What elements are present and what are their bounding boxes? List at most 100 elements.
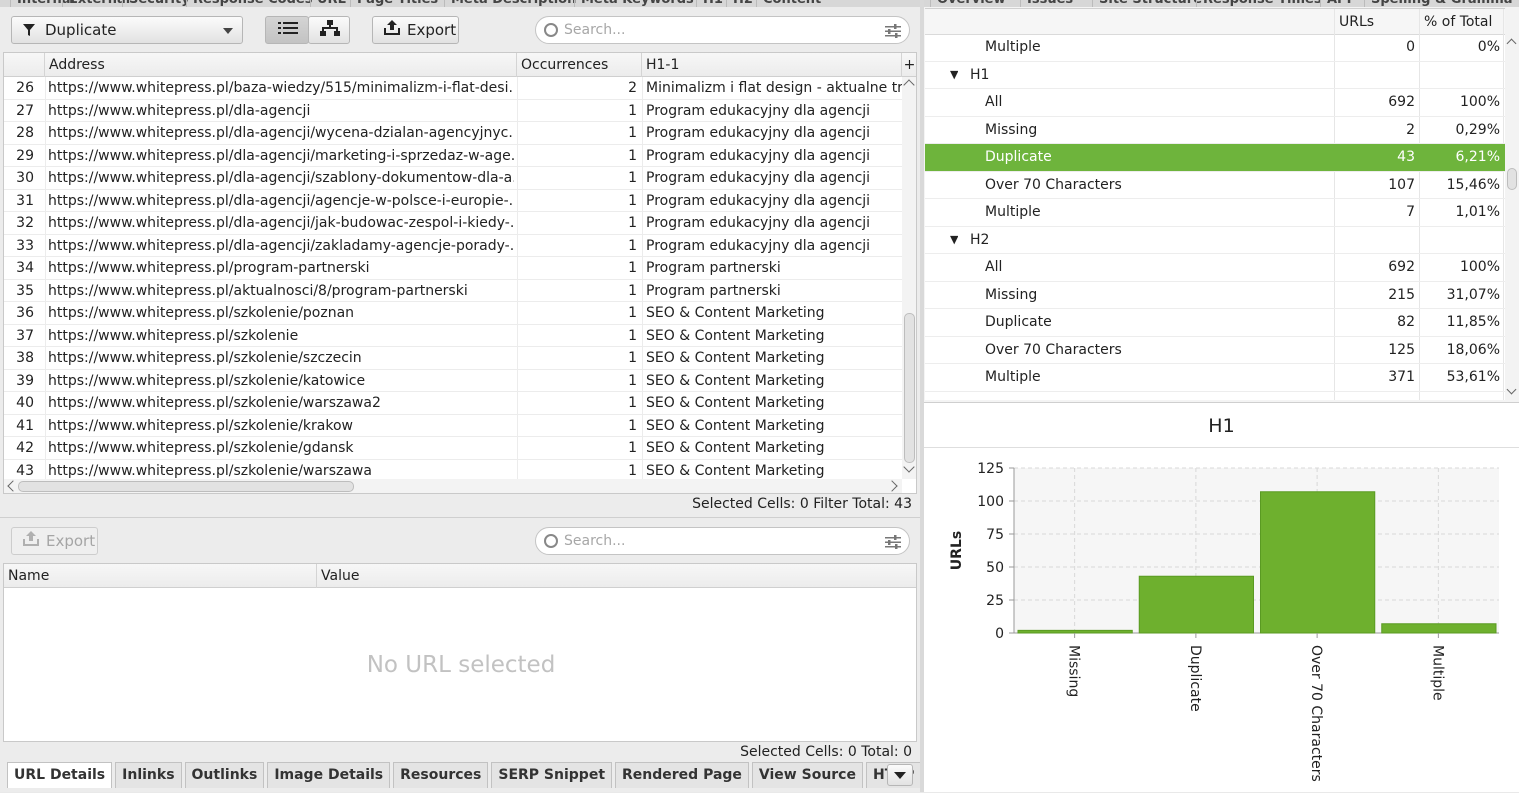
tab-spelling-gramma[interactable]: Spelling & Gramma <box>1364 0 1519 7</box>
details-export-button[interactable]: Export <box>11 527 98 555</box>
table-row[interactable]: 33 https://www.whitepress.pl/dla-agencji/… <box>4 234 902 258</box>
col-header-address[interactable]: Address <box>45 53 517 77</box>
tab-response-codes[interactable]: Response Codes <box>186 0 318 7</box>
tab-page-titles[interactable]: Page Titles <box>350 0 444 7</box>
horizontal-scroll-thumb[interactable] <box>18 481 354 492</box>
overview-row[interactable]: Missing 2 0,29% <box>925 117 1505 144</box>
tree-view-button[interactable] <box>308 16 350 44</box>
overview-row[interactable]: Multiple 0 0% <box>925 34 1505 62</box>
tab-h2[interactable]: H2 <box>726 0 759 7</box>
table-row[interactable]: 27 https://www.whitepress.pl/dla-agencji 1… <box>4 99 902 123</box>
overview-row[interactable]: Over 70 Characters 125 18,06% <box>925 337 1505 364</box>
table-row[interactable]: 40 https://www.whitepress.pl/szkolenie/wa… <box>4 392 902 415</box>
table-row[interactable]: 35 https://www.whitepress.pl/aktualnosci/… <box>4 279 902 303</box>
filter-dropdown[interactable]: Duplicate <box>11 16 243 44</box>
vertical-scrollbar[interactable] <box>902 77 916 479</box>
tab-site-structure[interactable]: Site Structure <box>1092 0 1208 7</box>
tab-content[interactable]: Content <box>756 0 827 7</box>
expand-toggle-icon[interactable]: ▼ <box>950 229 958 251</box>
tab-image-details[interactable]: Image Details <box>267 762 391 788</box>
row-index: 42 <box>16 440 34 456</box>
tab-meta-keywords[interactable]: Meta Keywords <box>574 0 700 7</box>
tab-rendered-page[interactable]: Rendered Page <box>615 762 749 788</box>
col-header-value[interactable]: Value <box>317 564 916 588</box>
chart-title: H1 <box>1208 415 1235 437</box>
scroll-down-icon[interactable] <box>1506 384 1517 395</box>
col-header-pct[interactable]: % of Total <box>1424 11 1492 33</box>
more-tabs-button[interactable] <box>887 764 913 786</box>
col-header-name[interactable]: Name <box>4 564 317 588</box>
table-row[interactable]: 29 https://www.whitepress.pl/dla-agencji/… <box>4 144 902 168</box>
search-settings-icon[interactable] <box>885 535 901 553</box>
table-row[interactable]: 30 https://www.whitepress.pl/dla-agencji/… <box>4 167 902 190</box>
tab-url[interactable]: URL <box>310 0 352 7</box>
overview-row[interactable]: Duplicate 82 11,85% <box>925 309 1505 337</box>
table-row[interactable]: 37 https://www.whitepress.pl/szkolenie 1 SE… <box>4 324 902 348</box>
col-header-occurrences[interactable]: Occurrences <box>517 53 642 77</box>
table-row[interactable]: 41 https://www.whitepress.pl/szkolenie/kr… <box>4 414 902 438</box>
overview-row[interactable]: All 692 100% <box>925 89 1505 117</box>
overview-row[interactable]: Multiple 371 53,61% <box>925 364 1505 392</box>
col-header-index[interactable] <box>4 53 45 77</box>
table-row[interactable]: 39 https://www.whitepress.pl/szkolenie/ka… <box>4 369 902 393</box>
table-row[interactable]: 38 https://www.whitepress.pl/szkolenie/sz… <box>4 347 902 370</box>
tab-security[interactable]: Security <box>122 0 196 7</box>
scroll-down-icon[interactable] <box>903 461 915 473</box>
row-index: 26 <box>16 80 34 96</box>
overview-row[interactable]: Missing 215 31,07% <box>925 282 1505 309</box>
scroll-right-icon[interactable] <box>886 480 898 492</box>
tab-overview[interactable]: Overview <box>930 0 1012 7</box>
table-row[interactable]: 36 https://www.whitepress.pl/szkolenie/po… <box>4 302 902 325</box>
tab-api[interactable]: API <box>1320 0 1357 7</box>
scroll-left-icon[interactable] <box>7 480 19 492</box>
overview-row[interactable]: Multiple 7 1,01% <box>925 199 1505 227</box>
occurrences-cell: 1 <box>628 125 637 141</box>
tab-meta-description[interactable]: Meta Description <box>444 0 582 7</box>
table-row[interactable]: 31 https://www.whitepress.pl/dla-agencji/… <box>4 189 902 213</box>
list-view-button[interactable] <box>265 16 309 44</box>
scroll-up-icon[interactable] <box>903 79 915 91</box>
vertical-scroll-thumb[interactable] <box>904 313 915 463</box>
table-row[interactable]: 42 https://www.whitepress.pl/szkolenie/gd… <box>4 437 902 460</box>
overview-row[interactable]: All 692 100% <box>925 254 1505 282</box>
overview-group-row[interactable]: ▼ H1 <box>925 62 1505 89</box>
overview-scrollbar[interactable] <box>1505 8 1519 400</box>
tab-view-source[interactable]: View Source <box>751 762 863 788</box>
cell-separator <box>517 212 518 235</box>
overview-group-row[interactable]: ▼ H2 <box>925 227 1505 254</box>
col-header-h1[interactable]: H1-1 <box>642 53 902 77</box>
tab-issues[interactable]: Issues <box>1020 0 1079 7</box>
table-row[interactable]: 34 https://www.whitepress.pl/program-part… <box>4 257 902 280</box>
cell-separator <box>517 167 518 190</box>
cell-separator <box>642 189 643 213</box>
overview-urls: 0 <box>1406 39 1415 55</box>
cell-separator <box>642 122 643 145</box>
search-settings-icon[interactable] <box>885 24 901 42</box>
horizontal-scrollbar[interactable] <box>4 479 902 493</box>
table-row[interactable]: 28 https://www.whitepress.pl/dla-agencji/… <box>4 122 902 145</box>
cell-separator <box>45 324 46 348</box>
tab-outlinks[interactable]: Outlinks <box>184 762 265 788</box>
scroll-up-icon[interactable] <box>1506 38 1517 49</box>
address-cell: https://www.whitepress.pl/szkolenie <box>48 327 299 344</box>
search-input[interactable]: Search... <box>535 16 910 44</box>
details-search-input[interactable]: Search... <box>535 527 910 555</box>
export-button[interactable]: Export <box>372 16 459 44</box>
table-row[interactable]: 32 https://www.whitepress.pl/dla-agencji/… <box>4 212 902 235</box>
occurrences-cell: 1 <box>628 395 637 411</box>
expand-toggle-icon[interactable]: ▼ <box>950 64 958 86</box>
overview-row[interactable]: Over 70 Characters 107 15,46% <box>925 172 1505 199</box>
col-header-urls[interactable]: URLs <box>1339 11 1374 33</box>
tab-inlinks[interactable]: Inlinks <box>115 762 182 788</box>
tab-url-details[interactable]: URL Details <box>7 762 113 788</box>
tab-h1[interactable]: H1 <box>696 0 729 7</box>
overview-row[interactable]: Duplicate 43 6,21% <box>925 144 1505 172</box>
add-column-button[interactable]: + <box>902 53 916 77</box>
tab-resources[interactable]: Resources <box>393 762 489 788</box>
x-tick-label: Duplicate <box>1187 645 1203 712</box>
tab-response-times[interactable]: Response Times <box>1196 0 1328 7</box>
overview-scroll-thumb[interactable] <box>1507 168 1517 190</box>
h1-cell: Minimalizm i flat design - aktualne tren <box>646 80 902 96</box>
tab-serp-snippet[interactable]: SERP Snippet <box>491 762 613 788</box>
table-row[interactable]: 26 https://www.whitepress.pl/baza-wiedzy/… <box>4 77 902 100</box>
